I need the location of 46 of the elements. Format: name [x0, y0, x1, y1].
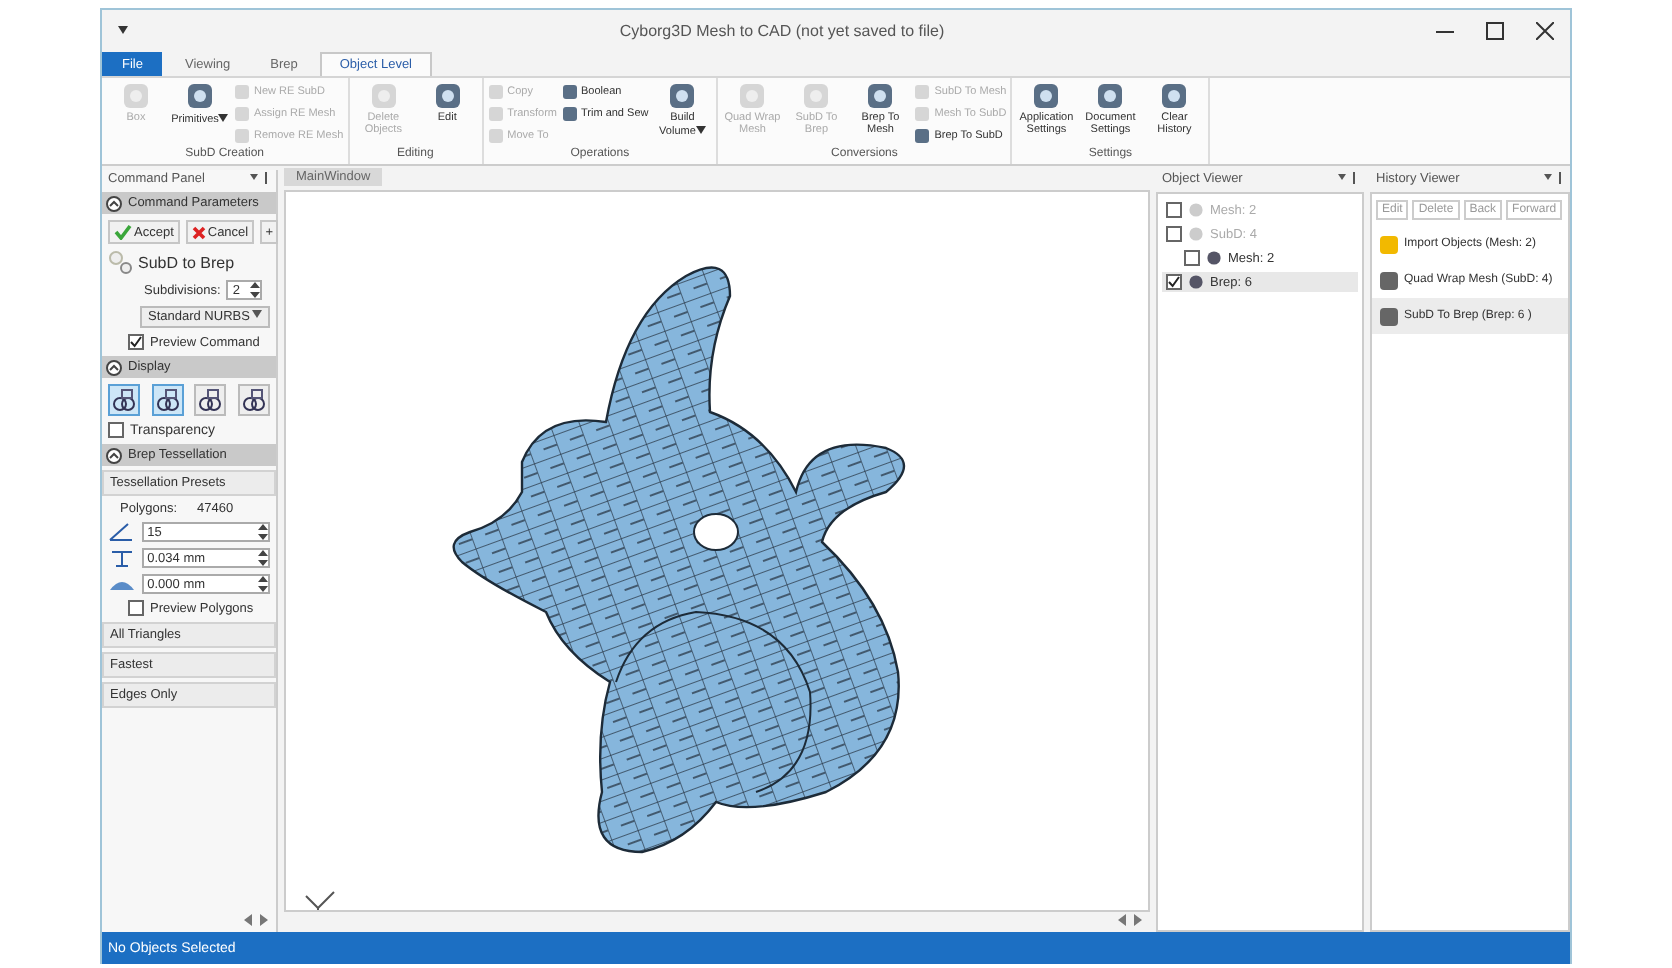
spinner-arrows-icon[interactable] — [258, 550, 268, 566]
caret-icon — [695, 125, 706, 134]
command-icon — [108, 250, 132, 274]
scroll-arrows-icon[interactable] — [1118, 914, 1142, 926]
spinner-arrows-icon[interactable] — [258, 576, 268, 592]
tool-icon — [740, 84, 765, 108]
tool-icon — [868, 84, 893, 108]
caret-icon — [252, 310, 262, 318]
checkbox[interactable] — [128, 600, 144, 616]
tool-icon — [670, 84, 695, 108]
angle-icon — [108, 522, 136, 542]
tool-icon — [188, 84, 212, 108]
tool-icon — [1098, 84, 1123, 108]
checkbox[interactable] — [128, 334, 144, 350]
tool-icon — [804, 84, 829, 108]
display-mode-icon — [199, 389, 222, 411]
pin-icon[interactable] — [1338, 172, 1358, 184]
pin-icon[interactable] — [1544, 172, 1564, 184]
checkmark-icon — [114, 224, 132, 240]
axis-triad-icon — [305, 891, 335, 910]
command-title: SubD to Brep — [138, 253, 235, 271]
pin-icon[interactable] — [250, 172, 270, 184]
spinner-arrows-icon[interactable] — [250, 282, 261, 298]
tool-icon — [124, 84, 148, 108]
close-icon[interactable] — [1536, 21, 1554, 39]
caret-icon — [218, 114, 229, 122]
distance-icon — [108, 548, 136, 568]
display-mode-icon — [156, 389, 179, 411]
tool-icon — [1162, 84, 1187, 108]
checkbox[interactable] — [1166, 274, 1182, 290]
tool-icon — [435, 84, 460, 108]
display-mode-button[interactable] — [108, 384, 140, 416]
display-mode-button[interactable] — [194, 384, 227, 416]
display-mode-button[interactable] — [237, 384, 270, 416]
tool-icon — [371, 84, 396, 108]
maximize-icon[interactable] — [1486, 21, 1504, 39]
caret-icon[interactable] — [118, 26, 128, 34]
tool-icon — [1034, 84, 1059, 108]
display-mode-button[interactable] — [151, 384, 184, 416]
display-mode-icon — [242, 389, 265, 411]
display-mode-icon — [113, 389, 135, 411]
window-title: Cyborg3D Mesh to CAD (not yet saved to file) — [617, 21, 947, 39]
spinner-arrows-icon[interactable] — [258, 524, 268, 540]
close-icon — [191, 225, 206, 239]
checkbox[interactable] — [108, 422, 124, 438]
scroll-arrows-icon[interactable] — [244, 914, 268, 926]
